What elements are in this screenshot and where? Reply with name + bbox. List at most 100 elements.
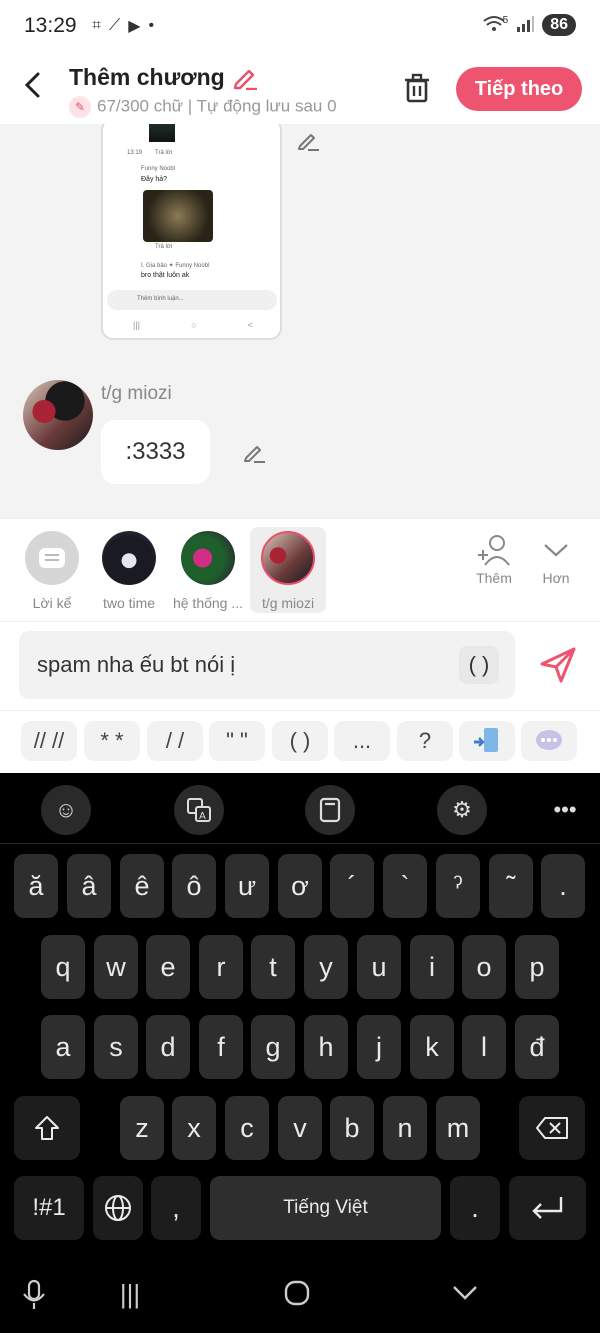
chip-asterisks[interactable]: * * [84,721,140,761]
shift-key[interactable] [14,1096,80,1160]
next-button[interactable]: Tiếp theo [456,67,582,111]
chip-quotes[interactable]: " " [209,721,265,761]
edit-title-icon[interactable] [232,64,258,96]
key[interactable]: g [251,1015,295,1079]
chip-double-slash[interactable]: // // [21,721,77,761]
key[interactable]: s [94,1015,138,1079]
key[interactable]: â [67,854,111,918]
preview-reply-2: Trả lời [155,244,173,250]
key[interactable]: n [383,1096,427,1160]
chip-question[interactable]: ? [397,721,453,761]
message-input[interactable]: spam nha ếu bt nói ị ( ) [19,631,515,699]
character-selector: Lời kể two time hệ thống ... t/g miozi T… [0,518,600,622]
character-narrator[interactable]: Lời kể [14,527,90,611]
key[interactable]: ô [172,854,216,918]
character-two-time[interactable]: two time [91,527,167,611]
key[interactable]: u [357,935,401,999]
key[interactable]: ă [14,854,58,918]
enter-key[interactable] [509,1176,586,1240]
battery-indicator: 86 [542,14,576,36]
key[interactable]: . [541,854,585,918]
chip-ellipsis[interactable]: ... [334,721,390,761]
gear-icon[interactable]: ⚙ [437,785,487,835]
key[interactable]: ơ [278,854,322,918]
key[interactable]: q [41,935,85,999]
translate-icon[interactable]: A [174,785,224,835]
emoji-icon[interactable]: ☺ [41,785,91,835]
key[interactable]: k [410,1015,454,1079]
key[interactable]: r [199,935,243,999]
character-label: t/g miozi [261,595,315,611]
microphone-icon[interactable] [14,1279,54,1318]
globe-icon [103,1195,133,1229]
clipboard-icon[interactable] [305,785,355,835]
key[interactable]: i [410,935,454,999]
character-miozi[interactable]: t/g miozi [250,527,326,613]
key[interactable]: b [330,1096,374,1160]
edit-message-icon[interactable] [242,440,266,464]
key[interactable]: a [41,1015,85,1079]
key[interactable]: e [146,935,190,999]
screenshot-image[interactable]: 13:19 Trả lời Funny Noobl Đây hả? Trả lờ… [101,124,282,340]
chip-slashes[interactable]: / / [147,721,203,761]
key[interactable]: f [199,1015,243,1079]
key[interactable]: l [462,1015,506,1079]
period-key[interactable]: . [450,1176,500,1240]
home-icon[interactable] [277,1279,317,1314]
quick-format-bar: // // * * / / " " ( ) ... ? [0,710,600,773]
key[interactable]: d [146,1015,190,1079]
key[interactable]: đ [515,1015,559,1079]
preview-timestamp: 13:19 [127,150,143,156]
key[interactable]: ´ [330,854,374,918]
key[interactable]: ˜ [489,854,533,918]
character-avatar [261,531,315,585]
language-key[interactable] [93,1176,143,1240]
key[interactable]: v [278,1096,322,1160]
more-options-icon[interactable]: ••• [540,785,590,835]
trash-icon[interactable] [401,72,433,104]
key[interactable]: p [515,935,559,999]
chip-parentheses[interactable]: ( ) [272,721,328,761]
add-character-button[interactable]: Thêm [474,533,514,586]
key[interactable]: ` [383,854,427,918]
more-characters-button[interactable]: Hơn [538,533,574,586]
parentheses-button[interactable]: ( ) [459,646,499,684]
add-character-label: Thêm [476,570,512,586]
symbols-key[interactable]: !#1 [14,1176,84,1240]
chat-area[interactable]: 13:19 Trả lời Funny Noobl Đây hả? Trả lờ… [0,124,600,518]
preview-placeholder: Thêm bình luận... [137,296,184,302]
chat-bubble-icon[interactable] [521,721,577,761]
screenshot-icon: ⌗ [92,17,102,34]
author-avatar[interactable] [23,380,93,450]
edit-message-icon[interactable] [296,128,320,152]
notification-icons: ⌗ ⟋ ▶ • [92,16,154,36]
key[interactable]: c [225,1096,269,1160]
top-app-bar: Thêm chương ✎ 67/300 chữ | Tự động lưu sa… [0,56,600,124]
space-key[interactable]: Tiếng Việt [210,1176,441,1240]
dot-icon: • [148,17,155,34]
key[interactable]: w [94,935,138,999]
back-arrow-icon[interactable] [22,70,44,108]
key[interactable]: o [462,935,506,999]
key[interactable]: j [357,1015,401,1079]
send-icon[interactable] [537,644,579,686]
key[interactable]: z [120,1096,164,1160]
message-bubble[interactable]: :3333 [101,420,210,484]
backspace-key[interactable] [519,1096,585,1160]
key[interactable]: m [436,1096,480,1160]
phone-switch-icon[interactable] [459,721,515,761]
wifi-badge: 5 [502,14,509,26]
hide-keyboard-icon[interactable] [445,1279,485,1312]
status-time: 13:29 [24,14,77,37]
character-system[interactable]: hệ thống ... [170,527,246,611]
key[interactable]: ư [225,854,269,918]
key[interactable]: ê [120,854,164,918]
key[interactable]: ˀ [436,854,480,918]
shift-icon [33,1116,61,1148]
comma-key[interactable]: , [151,1176,201,1240]
key[interactable]: x [172,1096,216,1160]
key[interactable]: t [251,935,295,999]
key[interactable]: h [304,1015,348,1079]
recent-apps-icon[interactable]: ||| [110,1279,150,1310]
key[interactable]: y [304,935,348,999]
